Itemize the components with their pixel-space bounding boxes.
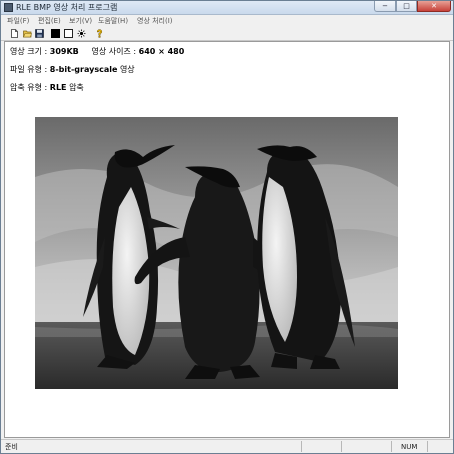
- white-square-icon[interactable]: [64, 29, 73, 38]
- compression-suffix: 압축: [69, 83, 84, 92]
- penguins-photo: [35, 117, 398, 389]
- maximize-button[interactable]: □: [396, 1, 417, 12]
- compression-value: RLE: [49, 83, 67, 92]
- open-folder-icon[interactable]: [23, 29, 32, 38]
- minimize-button[interactable]: −: [374, 1, 396, 12]
- status-bar: 준비 NUM: [1, 439, 453, 453]
- app-icon: [4, 3, 13, 12]
- help-icon[interactable]: [95, 29, 104, 38]
- file-type-label: 파일 유형 :: [10, 65, 48, 74]
- file-type-suffix: 영상: [119, 65, 135, 74]
- status-text: 준비: [5, 443, 18, 451]
- black-square-icon[interactable]: [51, 29, 60, 38]
- title-bar[interactable]: RLE BMP 영상 처리 프로그램 − □ ✕: [1, 1, 453, 15]
- sun-icon[interactable]: [77, 29, 86, 38]
- app-window: RLE BMP 영상 처리 프로그램 − □ ✕ 파일(F) 편집(E) 보기(…: [0, 0, 454, 454]
- image-dimensions-value: 640 × 480: [138, 47, 185, 56]
- status-pane: [427, 441, 453, 452]
- image-view-area[interactable]: 영상 크기 : 309KB 영상 사이즈 : 640 × 480 파일 유형 :…: [4, 41, 450, 438]
- menu-file[interactable]: 파일(F): [7, 16, 29, 26]
- toolbar: [1, 27, 453, 41]
- window-title: RLE BMP 영상 처리 프로그램: [16, 3, 118, 12]
- compression-info: 압축 유형 : RLE 압축: [10, 82, 84, 93]
- num-lock-indicator: NUM: [401, 443, 418, 451]
- compression-label: 압축 유형 :: [10, 83, 48, 92]
- status-pane: [301, 441, 341, 452]
- image-size-label: 영상 크기 :: [10, 47, 48, 56]
- menu-edit[interactable]: 편집(E): [38, 16, 61, 26]
- file-type-info: 파일 유형 : 8-bit-grayscale 영상: [10, 64, 135, 75]
- save-disk-icon[interactable]: [35, 29, 44, 38]
- image-size-value: 309KB: [49, 47, 79, 56]
- menu-image-processing[interactable]: 영상 처리(I): [137, 16, 173, 26]
- menu-bar: 파일(F) 편집(E) 보기(V) 도움말(H) 영상 처리(I): [1, 15, 453, 27]
- file-type-value: 8-bit-grayscale: [49, 65, 118, 74]
- close-button[interactable]: ✕: [417, 1, 451, 12]
- status-pane: [341, 441, 391, 452]
- new-file-icon[interactable]: [10, 29, 19, 38]
- menu-view[interactable]: 보기(V): [69, 16, 92, 26]
- image-size-info: 영상 크기 : 309KB 영상 사이즈 : 640 × 480: [10, 46, 184, 57]
- menu-help[interactable]: 도움말(H): [98, 16, 128, 26]
- image-dimensions-label: 영상 사이즈 :: [91, 47, 137, 56]
